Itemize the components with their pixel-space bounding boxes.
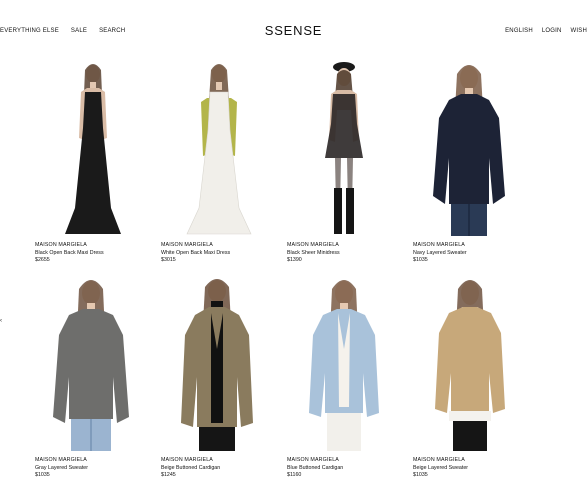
product-image[interactable] bbox=[287, 273, 397, 455]
product-name: Beige Buttoned Cardigan bbox=[161, 464, 221, 471]
product-price: $1035 bbox=[35, 472, 50, 478]
product-image[interactable] bbox=[35, 273, 145, 455]
nav-login[interactable]: LOGIN bbox=[542, 28, 562, 34]
product-brand: MAISON MARGIELA bbox=[287, 242, 339, 248]
product-image[interactable] bbox=[35, 58, 145, 240]
product-price: $1390 bbox=[287, 257, 302, 263]
product-image[interactable] bbox=[161, 273, 271, 455]
product-meta: MAISON MARGIELA Blue Buttoned Cardigan $… bbox=[287, 457, 343, 480]
product-image[interactable] bbox=[413, 58, 523, 240]
product-name: Black Sheer Minidress bbox=[287, 249, 340, 256]
product-meta: MAISON MARGIELA Black Sheer Minidress $1… bbox=[287, 242, 340, 265]
product-meta: MAISON MARGIELA Beige Buttoned Cardigan … bbox=[161, 457, 220, 480]
product-price: $3015 bbox=[161, 257, 176, 263]
product-price: $1245 bbox=[161, 472, 176, 478]
product-price: $1035 bbox=[413, 472, 428, 478]
gray-sweater-image bbox=[53, 280, 129, 451]
product-name: Gray Layered Sweater bbox=[35, 464, 88, 471]
beige-sweater-image bbox=[435, 280, 505, 451]
product-image[interactable] bbox=[287, 58, 397, 240]
product-name: Beige Layered Sweater bbox=[413, 464, 469, 471]
navy-sweater-image bbox=[433, 65, 505, 236]
product-price: $1035 bbox=[413, 257, 428, 263]
chevron-left-icon[interactable]: ‹ bbox=[0, 318, 2, 324]
product-brand: MAISON MARGIELA bbox=[413, 242, 465, 248]
product-price: $2655 bbox=[35, 257, 50, 263]
product-name: Black Open Back Maxi Dress bbox=[35, 249, 104, 256]
nav-language[interactable]: ENGLISH bbox=[505, 28, 533, 34]
blue-cardigan-image bbox=[309, 280, 379, 451]
product-image[interactable] bbox=[161, 58, 271, 240]
product-price: $1160 bbox=[287, 472, 302, 478]
black-dress-image bbox=[65, 64, 121, 234]
product-meta: MAISON MARGIELA Beige Layered Sweater $1… bbox=[413, 457, 468, 480]
header-nav-right: ENGLISH LOGIN WISH bbox=[505, 28, 587, 34]
beige-cardigan-image bbox=[181, 279, 253, 451]
product-meta: MAISON MARGIELA Gray Layered Sweater $10… bbox=[35, 457, 88, 480]
product-name: Navy Layered Sweater bbox=[413, 249, 467, 256]
product-brand: MAISON MARGIELA bbox=[35, 457, 87, 463]
ssense-logo[interactable]: SSENSE bbox=[0, 23, 587, 38]
product-meta: MAISON MARGIELA Black Open Back Maxi Dre… bbox=[35, 242, 104, 265]
product-name: Blue Buttoned Cardigan bbox=[287, 464, 344, 471]
nav-wishlist[interactable]: WISH bbox=[571, 28, 587, 34]
white-dress-image bbox=[186, 64, 252, 235]
product-meta: MAISON MARGIELA White Open Back Maxi Dre… bbox=[161, 242, 230, 265]
product-brand: MAISON MARGIELA bbox=[287, 457, 339, 463]
product-brand: MAISON MARGIELA bbox=[161, 457, 213, 463]
product-name: White Open Back Maxi Dress bbox=[161, 249, 231, 256]
product-meta: MAISON MARGIELA Navy Layered Sweater $10… bbox=[413, 242, 467, 265]
product-brand: MAISON MARGIELA bbox=[35, 242, 87, 248]
product-brand: MAISON MARGIELA bbox=[161, 242, 213, 248]
product-brand: MAISON MARGIELA bbox=[413, 457, 465, 463]
black-minidress-image bbox=[325, 62, 363, 234]
product-image[interactable] bbox=[413, 273, 523, 455]
